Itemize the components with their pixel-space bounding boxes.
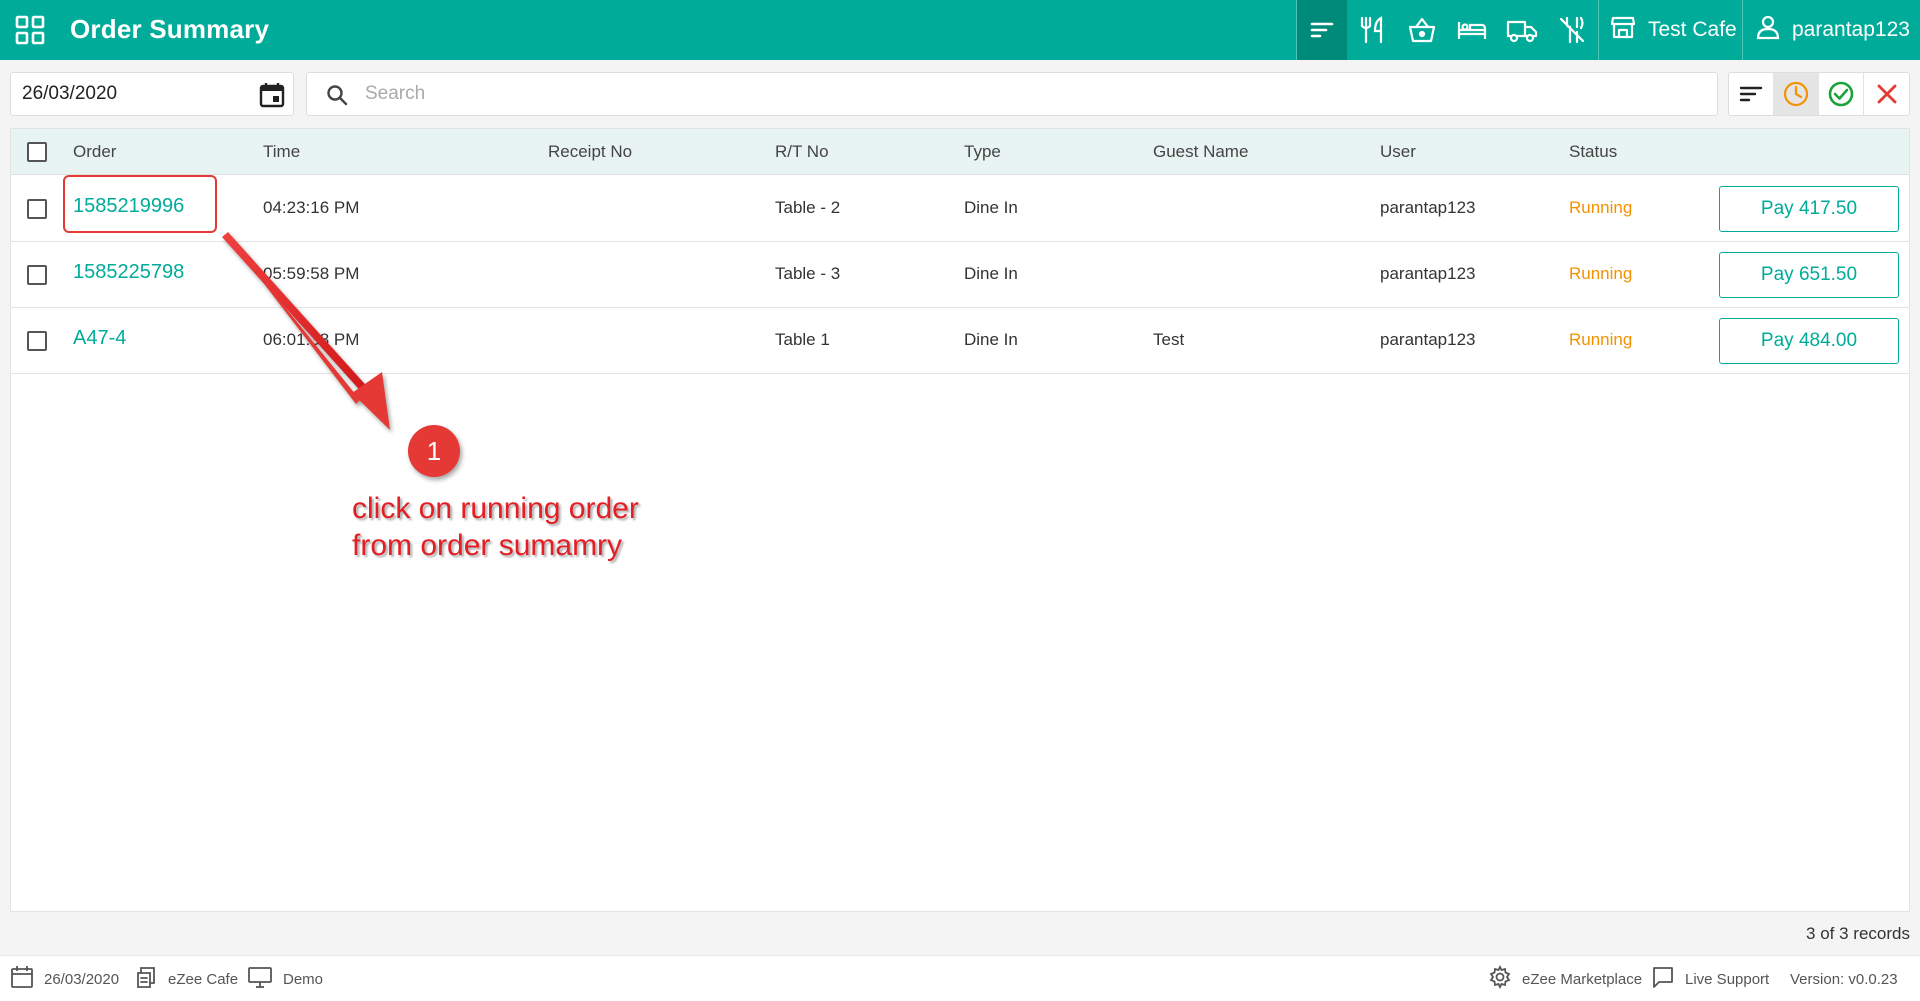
column-header: Time: [263, 142, 301, 161]
footer-property: eZee Cafe: [134, 956, 238, 1001]
marketplace-link[interactable]: eZee Marketplace: [1488, 956, 1642, 1001]
status-footer: 26/03/2020 eZee Cafe Demo eZee Marketpla…: [0, 955, 1920, 1001]
column-header: R/T No: [775, 142, 829, 161]
order-number-link[interactable]: 1585225798: [73, 261, 184, 284]
order-type: Dine In: [964, 198, 1018, 217]
pay-button[interactable]: Pay 484.00: [1719, 318, 1899, 364]
footer-date-text: 26/03/2020: [44, 970, 120, 988]
footer-date: 26/03/2020: [10, 956, 119, 1001]
store-icon: [1610, 14, 1636, 46]
orders-table: Order Time Receipt No R/T No Type Guest …: [10, 128, 1910, 912]
order-user: parantap123: [1380, 198, 1476, 217]
column-header: Order: [73, 142, 117, 161]
version-text: Version: v0.0.23: [1790, 970, 1898, 988]
date-field[interactable]: 26/03/2020: [10, 72, 294, 116]
order-time: 06:01:38 PM: [263, 330, 360, 349]
close-icon[interactable]: [1864, 73, 1909, 115]
no-dining-icon[interactable]: [1547, 0, 1597, 60]
version-info: Version: v0.0.23: [1790, 956, 1898, 1001]
live-support-link[interactable]: Live Support: [1651, 956, 1769, 1001]
table-no: Table - 3: [775, 264, 841, 283]
table-no: Table 1: [775, 330, 830, 349]
date-value: 26/03/2020: [22, 83, 118, 104]
order-time: 05:59:58 PM: [263, 264, 360, 283]
order-user: parantap123: [1380, 264, 1476, 283]
truck-icon[interactable]: [1497, 0, 1547, 60]
status-filter-group: [1728, 72, 1910, 116]
row-checkbox[interactable]: [27, 265, 47, 285]
pay-button[interactable]: Pay 417.50: [1719, 186, 1899, 232]
column-header: Status: [1569, 142, 1618, 161]
status-badge: Running: [1569, 198, 1633, 217]
marketplace-text: eZee Marketplace: [1522, 970, 1643, 988]
calendar-icon: [10, 965, 34, 993]
table-row: A47-4 06:01:38 PM Table 1 Dine In Test p…: [11, 308, 1909, 374]
status-badge: Running: [1569, 330, 1633, 349]
footer-terminal-text: Demo: [283, 970, 324, 988]
table-row: 1585219996 04:23:16 PM Table - 2 Dine In…: [11, 176, 1909, 242]
table-row: 1585225798 05:59:58 PM Table - 3 Dine In…: [11, 242, 1909, 308]
table-header: Order Time Receipt No R/T No Type Guest …: [11, 129, 1909, 175]
record-count: 3 of 3 records: [1806, 924, 1910, 943]
receipt-icon: [134, 965, 158, 993]
column-header: Receipt No: [548, 142, 633, 161]
calendar-icon[interactable]: [259, 82, 285, 113]
sort-filter-icon[interactable]: [1729, 73, 1774, 115]
user-icon: [1756, 14, 1780, 46]
column-header: Guest Name: [1153, 142, 1249, 161]
footer-property-text: eZee Cafe: [168, 970, 239, 988]
basket-icon[interactable]: [1397, 0, 1447, 60]
footer-terminal: Demo: [247, 956, 323, 1001]
order-number-link[interactable]: A47-4: [73, 327, 126, 350]
column-header: User: [1380, 142, 1416, 161]
chat-icon: [1651, 965, 1675, 993]
clock-icon[interactable]: [1774, 73, 1819, 115]
store-name: Test Cafe: [1648, 18, 1737, 41]
search-box: [306, 72, 1718, 116]
row-checkbox[interactable]: [27, 199, 47, 219]
select-all-checkbox[interactable]: [27, 142, 47, 162]
row-checkbox[interactable]: [27, 331, 47, 351]
annotation-text: click on running order from order sumamr…: [352, 492, 639, 562]
annotation-highlight-box: [63, 175, 217, 233]
guest-name: Test: [1153, 330, 1185, 349]
search-icon: [325, 83, 349, 112]
restaurant-icon[interactable]: [1347, 0, 1397, 60]
pay-button[interactable]: Pay 651.50: [1719, 252, 1899, 298]
table-no: Table - 2: [775, 198, 841, 217]
status-badge: Running: [1569, 264, 1633, 283]
order-user: parantap123: [1380, 330, 1476, 349]
sort-icon[interactable]: [1297, 0, 1347, 60]
annotation-step-badge: 1: [408, 425, 460, 477]
column-header: Type: [964, 142, 1001, 161]
app-header: Order Summary Test Cafe parantap123: [0, 0, 1920, 60]
apps-grid-icon[interactable]: [14, 14, 46, 46]
store-selector[interactable]: Test Cafe: [1610, 0, 1737, 60]
order-type: Dine In: [964, 330, 1018, 349]
username: parantap123: [1792, 18, 1910, 41]
order-time: 04:23:16 PM: [263, 198, 360, 217]
gear-icon: [1488, 964, 1512, 993]
user-menu[interactable]: parantap123: [1756, 0, 1910, 60]
page-title: Order Summary: [70, 14, 270, 44]
check-circle-icon[interactable]: [1819, 73, 1864, 115]
monitor-icon: [247, 965, 273, 993]
order-type: Dine In: [964, 264, 1018, 283]
search-input[interactable]: [365, 79, 1665, 109]
live-support-text: Live Support: [1685, 970, 1770, 988]
bed-icon[interactable]: [1447, 0, 1497, 60]
